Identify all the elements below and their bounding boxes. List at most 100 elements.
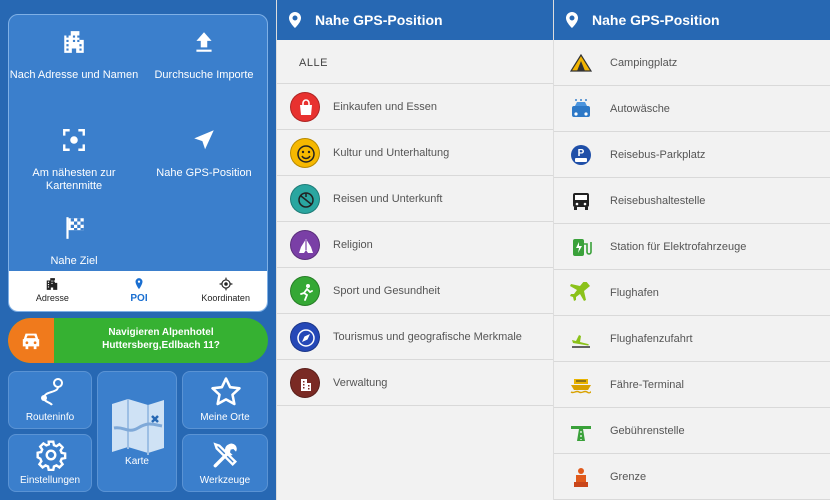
subcategory-label: Gebührenstelle [610,425,685,437]
category-label: Reisen und Unterkunft [333,193,443,205]
panel-header: Nahe GPS-Position [277,0,553,40]
subcategory-label: Grenze [610,471,647,483]
subcategory-flughafenzufahrt[interactable]: Flughafenzufahrt [554,316,830,362]
checkered-flag-icon [66,217,84,239]
search-tabs: Adresse POI Koordinaten [9,271,267,311]
subcategory-list: Campingplatz Autowäsche P Reisebus-Parkp… [554,40,830,500]
toll-booth-icon [571,426,591,441]
subcategory-grenze[interactable]: Grenze [554,454,830,500]
category-reisen[interactable]: Reisen und Unterkunft [277,176,553,222]
running-icon [290,276,320,306]
tab-label: Adresse [35,293,69,303]
svg-text:P: P [578,148,585,159]
tile-label: Meine Orte [200,412,250,423]
praying-hands-icon [290,230,320,260]
tile-label: Werkzeuge [199,475,251,486]
panel-title: Nahe GPS-Position [315,12,443,28]
ev-charging-icon [573,239,592,256]
option-label: Nahe Ziel [50,255,98,267]
near-destination-option[interactable]: Nahe Ziel [9,215,139,268]
pin-icon [289,12,301,28]
tab-adresse[interactable]: Adresse [9,271,96,311]
tools-icon [213,442,238,468]
travel-icon [290,184,320,214]
subcategory-faehre-terminal[interactable]: Fähre-Terminal [554,362,830,408]
search-menu-panel: Nach Adresse und Namen Durchsuche Import… [0,0,276,500]
subcategory-elektrofahrzeuge[interactable]: Station für Elektrofahrzeuge [554,224,830,270]
category-label: Einkaufen und Essen [333,101,437,113]
tile-label: Routeninfo [25,412,75,423]
pin-icon [135,278,143,290]
settings-tile[interactable]: Einstellungen [8,434,92,492]
poi-subcategories-panel: Nahe GPS-Position Campingplatz Autowäsch… [554,0,830,500]
tab-poi[interactable]: POI [96,271,183,311]
subcategory-label: Fähre-Terminal [610,379,684,391]
tab-label: POI [130,293,148,304]
option-label: Durchsuche Importe [154,69,254,81]
subcategory-label: Flughafenzufahrt [610,333,693,345]
category-sport[interactable]: Sport und Gesundheit [277,268,553,314]
border-icon [574,468,588,487]
navigation-arrow-icon [194,130,214,150]
subcategory-reisebushaltestelle[interactable]: Reisebushaltestelle [554,178,830,224]
subcategory-flughafen[interactable]: Flughafen [554,270,830,316]
subcategory-label: Station für Elektrofahrzeuge [610,241,747,253]
smiley-icon [290,138,320,168]
category-label: Sport und Gesundheit [333,285,441,297]
subcategory-label: Flughafen [610,287,659,299]
route-icon [41,378,63,406]
category-religion[interactable]: Religion [277,222,553,268]
pin-icon [566,12,578,28]
star-icon [211,377,241,406]
option-label: Nach Adresse und Namen [9,69,139,81]
near-gps-option[interactable]: Nahe GPS-Position [139,127,267,180]
search-by-address-option[interactable]: Nach Adresse und Namen [9,29,139,82]
crosshair-icon [219,277,233,291]
subcategory-label: Autowäsche [610,103,670,115]
building-icon [64,31,84,53]
category-list: ALLE Einkaufen und Essen Kultur und Unte… [277,40,553,406]
ferry-icon [570,379,592,394]
shopping-bag-icon [290,92,320,122]
search-options-card: Nach Adresse und Namen Durchsuche Import… [8,14,268,312]
target-center-icon [63,129,85,151]
building-icon [47,278,58,290]
subcategory-autowaesche[interactable]: Autowäsche [554,86,830,132]
subcategory-label: Campingplatz [610,57,678,69]
tab-label: Koordinaten [201,293,250,303]
option-label: Am nähesten zur Kartenmitte [32,167,116,192]
subcategory-gebuehrenstelle[interactable]: Gebührenstelle [554,408,830,454]
bus-parking-icon: P [571,145,591,165]
browse-imports-option[interactable]: Durchsuche Importe [139,29,267,82]
poi-categories-panel: Nahe GPS-Position ALLE Einkaufen und Ess… [277,0,553,500]
subcategory-campingplatz[interactable]: Campingplatz [554,40,830,86]
route-info-tile[interactable]: Routeninfo [8,371,92,429]
map-tile[interactable]: Karte [97,371,177,492]
my-places-tile[interactable]: Meine Orte [182,371,268,429]
navigate-to-destination-banner[interactable]: Navigieren Alpenhotel Huttersberg,Edlbac… [8,318,268,363]
car-icon [8,318,54,363]
folded-map-icon [112,399,164,455]
gear-icon [36,440,67,471]
category-einkaufen[interactable]: Einkaufen und Essen [277,84,553,130]
category-label: Verwaltung [333,377,388,389]
car-wash-icon [572,99,590,117]
subcategory-reisebus-parkplatz[interactable]: P Reisebus-Parkplatz [554,132,830,178]
compass-icon [290,322,320,352]
subcategory-label: Reisebus-Parkplatz [610,149,706,161]
option-label: Nahe GPS-Position [156,167,252,179]
tent-icon [570,53,592,72]
government-building-icon [290,368,320,398]
tab-koordinaten[interactable]: Koordinaten [182,271,267,311]
panel-title: Nahe GPS-Position [592,12,720,28]
subcategory-label: Reisebushaltestelle [610,195,706,207]
nearest-to-map-center-option[interactable]: Am nähesten zur Kartenmitte [9,127,139,193]
category-kultur[interactable]: Kultur und Unterhaltung [277,130,553,176]
category-all[interactable]: ALLE [277,40,553,84]
tools-tile[interactable]: Werkzeuge [182,434,268,492]
category-tourismus[interactable]: Tourismus und geografische Merkmale [277,314,553,360]
category-label: Religion [333,239,373,251]
upload-icon [196,32,212,52]
category-label: ALLE [299,57,328,69]
category-verwaltung[interactable]: Verwaltung [277,360,553,406]
